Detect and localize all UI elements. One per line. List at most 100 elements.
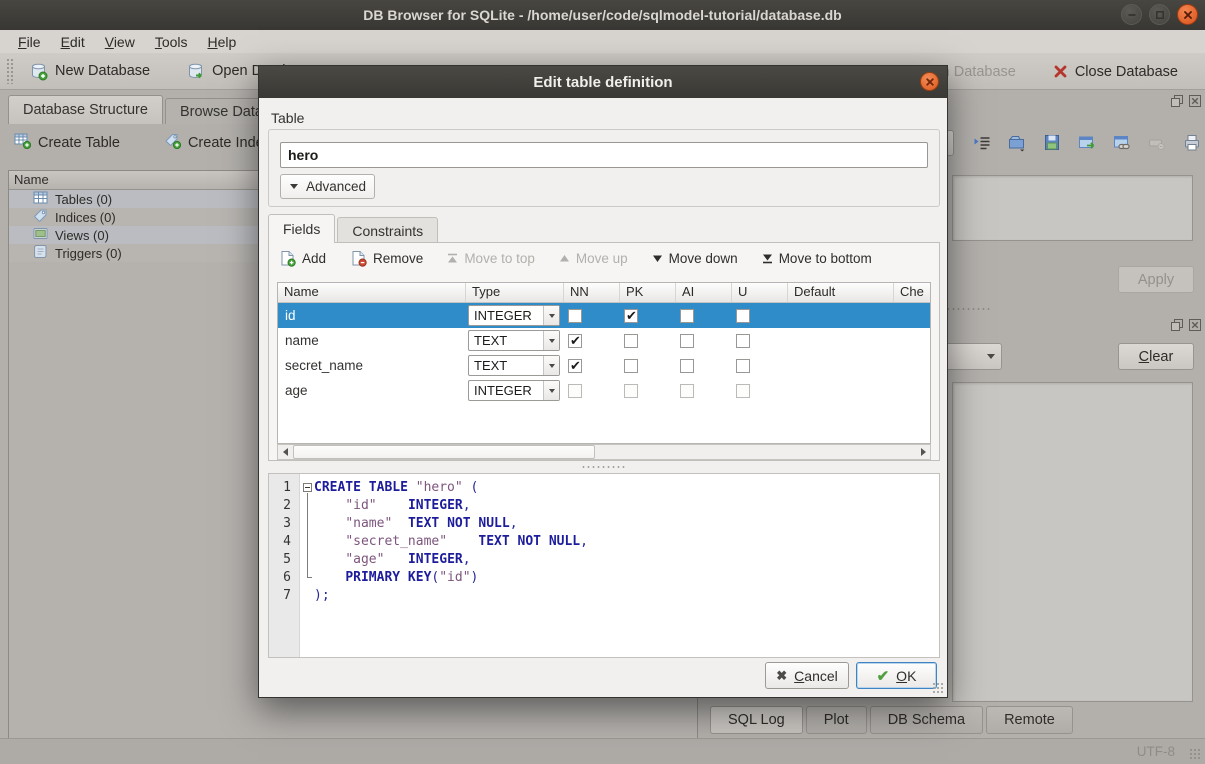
ai-checkbox[interactable] xyxy=(680,384,694,398)
tab-sql-log[interactable]: SQL Log xyxy=(710,706,803,734)
new-database-button[interactable]: New Database xyxy=(20,58,159,85)
field-row-name[interactable]: nameTEXT xyxy=(278,328,930,353)
toolbar-grip[interactable] xyxy=(6,58,13,84)
u-checkbox[interactable] xyxy=(736,384,750,398)
menu-help[interactable]: Help xyxy=(198,32,247,52)
word-wrap-icon[interactable] xyxy=(971,132,993,154)
move-up-button[interactable]: Move up xyxy=(559,251,628,266)
default-cell[interactable] xyxy=(788,328,894,353)
nn-checkbox[interactable] xyxy=(568,359,582,373)
u-checkbox[interactable] xyxy=(736,334,750,348)
scroll-right-arrow-icon[interactable] xyxy=(916,445,930,459)
check-cell[interactable] xyxy=(894,378,931,403)
combo-arrow-icon[interactable] xyxy=(543,331,559,350)
combo-arrow-icon[interactable] xyxy=(543,306,559,325)
menu-view[interactable]: View xyxy=(95,32,145,52)
table-name-input[interactable] xyxy=(280,142,928,168)
column-header-type[interactable]: Type xyxy=(466,283,564,302)
menu-tools[interactable]: Tools xyxy=(145,32,198,52)
menu-edit[interactable]: Edit xyxy=(51,32,95,52)
maximize-button[interactable] xyxy=(1149,4,1170,25)
move-to-top-button[interactable]: Move to top xyxy=(447,251,535,266)
column-header-name[interactable]: Name xyxy=(278,283,466,302)
u-checkbox[interactable] xyxy=(736,309,750,323)
dock-splitter-handle[interactable] xyxy=(946,307,992,311)
set-null-icon[interactable] xyxy=(1146,132,1168,154)
check-cell[interactable] xyxy=(894,303,931,328)
minimize-button[interactable] xyxy=(1121,4,1142,25)
resize-grip[interactable] xyxy=(1189,748,1202,761)
combo-arrow-icon[interactable] xyxy=(543,356,559,375)
scrollbar-thumb[interactable] xyxy=(293,445,595,459)
export-icon[interactable] xyxy=(1041,132,1063,154)
tab-constraints[interactable]: Constraints xyxy=(337,217,438,243)
column-header-nn[interactable]: NN xyxy=(564,283,620,302)
dock-float-icon[interactable] xyxy=(1170,94,1184,108)
remove-button[interactable]: Remove xyxy=(350,250,423,267)
import-icon[interactable] xyxy=(1006,132,1028,154)
pk-checkbox[interactable] xyxy=(624,334,638,348)
apply-button[interactable]: Apply xyxy=(1118,266,1194,293)
dialog-resize-grip[interactable] xyxy=(932,682,944,694)
default-cell[interactable] xyxy=(788,303,894,328)
close-button[interactable] xyxy=(1177,4,1198,25)
add-button[interactable]: Add xyxy=(279,250,326,267)
column-header-u[interactable]: U xyxy=(732,283,788,302)
type-combobox[interactable]: INTEGER xyxy=(468,305,560,326)
apply-cell-icon[interactable] xyxy=(1076,132,1098,154)
ok-button[interactable]: ✔ OK xyxy=(856,662,937,689)
u-checkbox[interactable] xyxy=(736,359,750,373)
move-to-bottom-button[interactable]: Move to bottom xyxy=(762,251,872,266)
clear-button[interactable]: Clear xyxy=(1118,343,1194,370)
scroll-left-arrow-icon[interactable] xyxy=(278,445,292,459)
cancel-button[interactable]: ✖ Cancel xyxy=(765,662,849,689)
tab-plot[interactable]: Plot xyxy=(806,706,867,734)
column-header-pk[interactable]: PK xyxy=(620,283,676,302)
fold-marker-icon[interactable] xyxy=(303,483,312,492)
create-table-button[interactable]: Create Table xyxy=(14,132,120,153)
check-cell[interactable] xyxy=(894,353,931,378)
nn-checkbox[interactable] xyxy=(568,309,582,323)
dock-close-icon[interactable] xyxy=(1188,94,1202,108)
field-row-id[interactable]: idINTEGER xyxy=(278,303,930,328)
column-header-default[interactable]: Default xyxy=(788,283,894,302)
grid-horizontal-scrollbar[interactable] xyxy=(277,444,931,460)
dock-close-icon[interactable] xyxy=(1188,318,1202,332)
type-combobox[interactable]: INTEGER xyxy=(468,380,560,401)
dock-float-icon[interactable] xyxy=(1170,318,1184,332)
ai-checkbox[interactable] xyxy=(680,359,694,373)
ai-checkbox[interactable] xyxy=(680,309,694,323)
sql-preview-editor[interactable]: 1CREATE TABLE "hero" (2 "id" INTEGER,3 "… xyxy=(268,473,940,658)
tab-db-schema[interactable]: DB Schema xyxy=(870,706,983,734)
field-row-age[interactable]: ageINTEGER xyxy=(278,378,930,403)
link-icon[interactable] xyxy=(1111,132,1133,154)
ai-checkbox[interactable] xyxy=(680,334,694,348)
check-cell[interactable] xyxy=(894,328,931,353)
default-cell[interactable] xyxy=(788,353,894,378)
move-down-button[interactable]: Move down xyxy=(652,251,738,266)
cell-editor-textarea[interactable] xyxy=(952,175,1193,241)
print-icon[interactable] xyxy=(1181,132,1203,154)
column-header-ai[interactable]: AI xyxy=(676,283,732,302)
tab-database-structure[interactable]: Database Structure xyxy=(8,95,163,124)
default-cell[interactable] xyxy=(788,378,894,403)
pk-checkbox[interactable] xyxy=(624,384,638,398)
type-combobox[interactable]: TEXT xyxy=(468,330,560,351)
combo-arrow-icon[interactable] xyxy=(543,381,559,400)
tab-fields[interactable]: Fields xyxy=(268,214,335,243)
pk-checkbox[interactable] xyxy=(624,309,638,323)
tab-remote[interactable]: Remote xyxy=(986,706,1073,734)
nn-checkbox[interactable] xyxy=(568,384,582,398)
create-index-button[interactable]: Create Index xyxy=(164,132,271,153)
sql-log-textarea[interactable] xyxy=(952,382,1193,702)
type-combobox[interactable]: TEXT xyxy=(468,355,560,376)
column-header-che[interactable]: Che xyxy=(894,283,931,302)
pk-checkbox[interactable] xyxy=(624,359,638,373)
dialog-splitter-handle[interactable] xyxy=(581,465,627,469)
nn-checkbox[interactable] xyxy=(568,334,582,348)
dialog-close-button[interactable] xyxy=(920,72,939,91)
close-database-button[interactable]: Close Database xyxy=(1044,60,1187,84)
field-row-secret_name[interactable]: secret_nameTEXT xyxy=(278,353,930,378)
log-filter-combobox[interactable] xyxy=(940,343,1002,370)
advanced-toggle-button[interactable]: Advanced xyxy=(280,174,375,199)
